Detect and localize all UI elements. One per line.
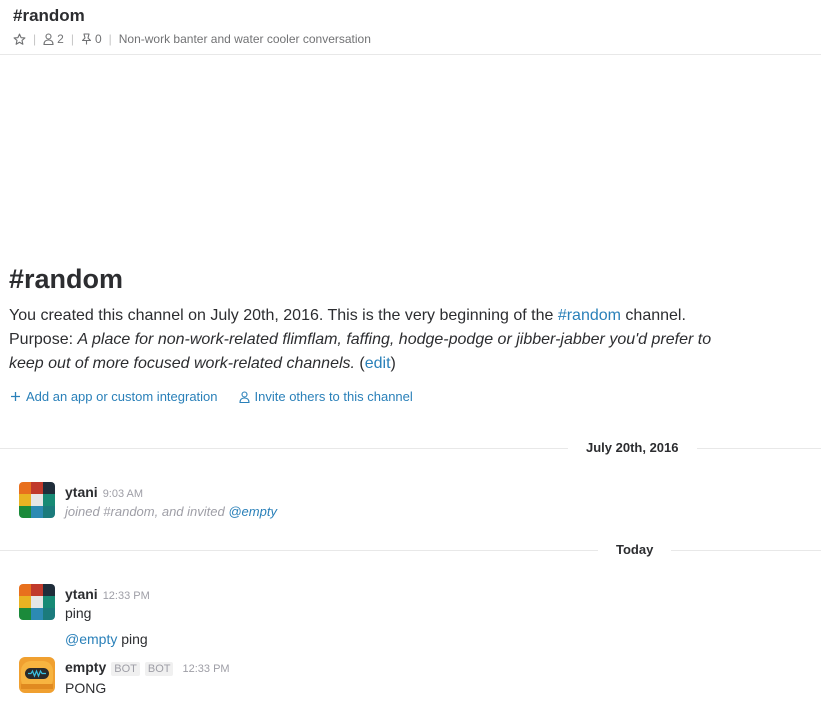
timestamp[interactable]: 12:33 PM [182,663,229,675]
system-message: joined #random, and invited @empty [65,504,277,519]
edit-purpose-link[interactable]: edit [365,355,391,372]
star-icon[interactable] [13,33,26,46]
avatar[interactable] [19,584,55,620]
purpose-label: Purpose: [9,331,78,348]
add-app-label: Add an app or custom integration [26,389,218,404]
avatar[interactable] [19,482,55,518]
message-header: ytani 9:03 AM [65,484,143,500]
plus-icon [10,391,21,402]
message-text: PONG [65,680,107,696]
system-text: joined #random, and invited [65,504,229,519]
username[interactable]: empty [65,659,106,675]
channel-purpose[interactable]: Non-work banter and water cooler convers… [119,32,371,46]
channel-meta: | 2 | 0 | Non-work banter and water cool… [13,31,371,47]
username[interactable]: ytani [65,484,98,500]
message-text: @empty ping [65,631,148,647]
intro-title: #random [9,264,124,294]
add-app-link[interactable]: Add an app or custom integration [10,389,218,404]
date-divider-label[interactable]: July 20th, 2016 [568,440,697,455]
username[interactable]: ytani [65,586,98,602]
bot-badge: BOT [111,662,140,676]
channel-title[interactable]: #random [13,6,85,26]
date-divider-today: Today [0,541,821,561]
bot-badge: BOT [144,662,174,676]
intro-actions: Add an app or custom integration Invite … [10,389,413,404]
date-divider-label[interactable]: Today [598,542,672,557]
date-divider: July 20th, 2016 [0,439,821,459]
invite-link[interactable]: Invite others to this channel [238,389,413,404]
edit-close-paren: ) [390,355,396,372]
message-header: empty BOT BOT 12:33 PM [65,659,230,676]
meta-separator: | [70,32,74,46]
timestamp[interactable]: 9:03 AM [103,488,143,500]
divider-line [0,448,821,449]
created-text: You created this channel on July 20th, 2… [9,307,558,324]
mention-link[interactable]: @empty [228,504,277,519]
intro-purpose-line-2: keep out of more focused work-related ch… [9,355,396,373]
user-icon [238,390,250,403]
channel-suffix: channel. [620,307,686,324]
message-text: ping [65,605,92,621]
bot-avatar[interactable] [19,657,55,693]
purpose-text-1: A place for non-work-related flimflam, f… [77,331,712,348]
timestamp[interactable]: 12:33 PM [103,590,150,602]
intro-purpose-line: Purpose: A place for non-work-related fl… [9,331,711,349]
member-count[interactable]: 2 [57,32,64,46]
pin-icon[interactable] [81,33,92,45]
invite-label: Invite others to this channel [254,389,413,404]
mention-link[interactable]: @empty [65,631,117,647]
message-body: ping [117,631,148,647]
pinned-count[interactable]: 0 [95,32,102,46]
purpose-text-2: keep out of more focused work-related ch… [9,355,355,372]
member-icon[interactable] [43,33,54,45]
message-header: ytani 12:33 PM [65,586,150,602]
meta-separator: | [33,32,37,46]
intro-created-line: You created this channel on July 20th, 2… [9,307,686,325]
divider-line [0,550,821,551]
meta-separator: | [108,32,112,46]
channel-header: #random | 2 | 0 | Non-work banter and wa… [0,0,821,55]
channel-link[interactable]: #random [558,307,621,324]
edit-open-paren: ( [354,355,365,372]
